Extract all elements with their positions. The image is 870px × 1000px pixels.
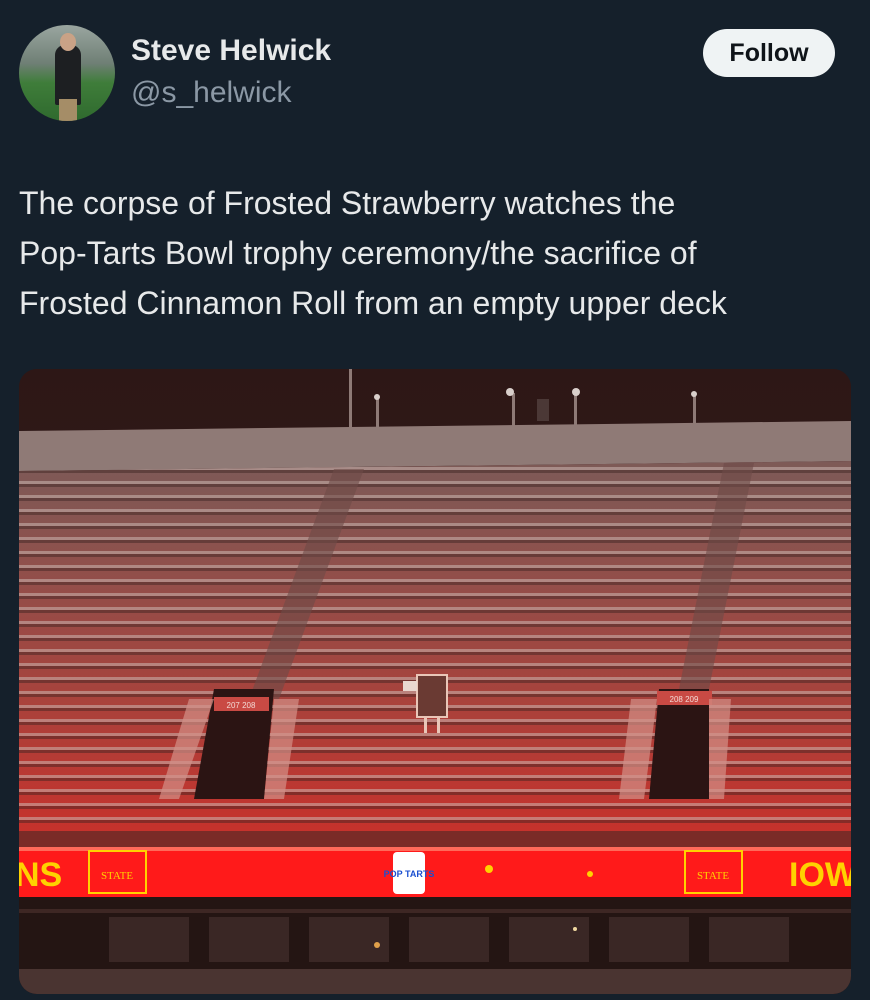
banner-text-left: NS bbox=[19, 856, 62, 894]
tweet-photo[interactable]: 207 208 208 209 NS STATE POP TARTS STATE… bbox=[19, 369, 851, 994]
display-name[interactable]: Steve Helwick bbox=[131, 34, 331, 68]
stadium-photo: 207 208 208 209 NS STATE POP TARTS STATE… bbox=[19, 369, 851, 994]
follow-button[interactable]: Follow bbox=[703, 29, 835, 77]
avatar-legs bbox=[59, 99, 77, 121]
avatar-person bbox=[55, 45, 81, 105]
section-sign-left: 207 208 bbox=[227, 701, 256, 710]
user-handle[interactable]: @s_helwick bbox=[131, 76, 292, 110]
avatar[interactable] bbox=[19, 25, 115, 121]
banner-text-right: IOW bbox=[789, 856, 851, 894]
tweet-text: The corpse of Frosted Strawberry watches… bbox=[19, 185, 727, 321]
section-sign-right: 208 209 bbox=[670, 695, 699, 704]
banner-poptarts-logo: POP TARTS bbox=[384, 869, 435, 879]
banner-logo-left: STATE bbox=[101, 870, 133, 882]
banner-logo-right: STATE bbox=[697, 870, 729, 882]
avatar-head bbox=[60, 33, 76, 51]
